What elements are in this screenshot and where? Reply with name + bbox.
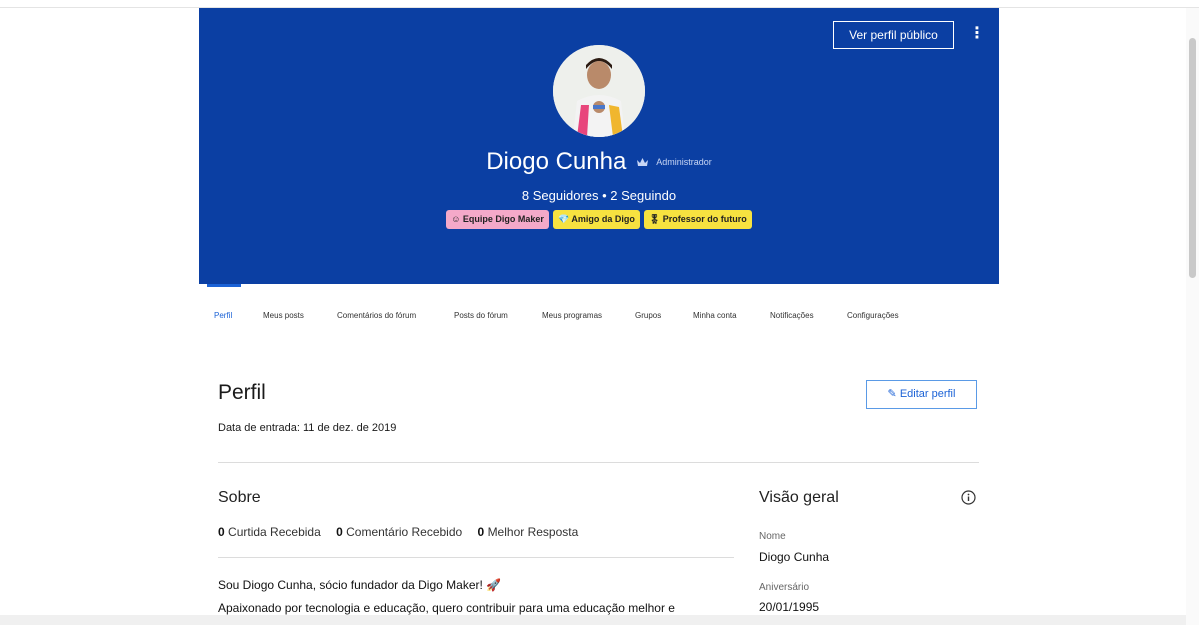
tab-perfil[interactable]: Perfil	[214, 311, 232, 320]
bio-line: Sou Diogo Cunha, sócio fundador da Digo …	[218, 578, 502, 592]
tab-grupos[interactable]: Grupos	[635, 311, 661, 320]
follow-counts[interactable]: 8 Seguidores • 2 Seguindo	[199, 188, 999, 203]
info-icon[interactable]	[961, 490, 976, 505]
badge-label: Amigo da Digo	[571, 214, 635, 224]
tab-notificacoes[interactable]: Notificações	[770, 311, 814, 320]
tab-minha-conta[interactable]: Minha conta	[693, 311, 737, 320]
tab-posts-forum[interactable]: Posts do fórum	[454, 311, 508, 320]
profile-name: Diogo Cunha	[486, 148, 627, 175]
edit-profile-button[interactable]: ✎ Editar perfil	[866, 380, 977, 409]
crown-icon	[636, 153, 648, 171]
diamond-icon: 💎	[557, 214, 570, 224]
edit-profile-label: Editar perfil	[899, 388, 956, 400]
badge-professor-do-futuro[interactable]: 🎖 Professor do futuro	[643, 210, 752, 229]
section-divider	[218, 462, 979, 463]
about-divider	[218, 557, 734, 558]
bio-line: Apaixonado por tecnologia e educação, qu…	[218, 601, 675, 615]
badge-amigo-da-digo[interactable]: 💎 Amigo da Digo	[552, 210, 640, 229]
overview-title: Visão geral	[759, 489, 839, 506]
profile-name-row: Diogo Cunha Administrador	[199, 148, 999, 176]
stat-comments: 0 Comentário Recebido	[336, 525, 463, 539]
avatar-photo	[553, 45, 645, 137]
profile-cover: Ver perfil público ⋮ Diogo Cunha Adminis…	[199, 8, 999, 284]
about-stats: 0 Curtida Recebida 0 Comentário Recebido…	[218, 525, 590, 539]
medal-icon: 🎖	[648, 214, 661, 224]
view-public-profile-button[interactable]: Ver perfil público	[833, 21, 954, 49]
join-date: Data de entrada: 11 de dez. de 2019	[218, 422, 397, 434]
overview-birthday-value: 20/01/1995	[759, 600, 820, 614]
badge-equipe-digo-maker[interactable]: ☺ Equipe Digo Maker	[446, 210, 549, 229]
role-label: Administrador	[656, 157, 712, 167]
avatar[interactable]	[553, 45, 645, 137]
about-title: Sobre	[218, 489, 261, 506]
badge-list: ☺ Equipe Digo Maker 💎 Amigo da Digo 🎖 Pr…	[199, 210, 999, 229]
tab-comentarios-forum[interactable]: Comentários do fórum	[337, 311, 416, 320]
overview-name-value: Diogo Cunha	[759, 550, 830, 564]
tab-meus-programas[interactable]: Meus programas	[542, 311, 602, 320]
stat-best-answers: 0 Melhor Resposta	[477, 525, 579, 539]
more-options-icon[interactable]: ⋮	[969, 24, 985, 44]
scrollbar-thumb[interactable]	[1189, 38, 1196, 278]
active-tab-indicator	[207, 284, 241, 287]
badge-label: Professor do futuro	[662, 214, 747, 224]
overview-name-label: Nome	[759, 531, 786, 542]
pencil-icon: ✎	[887, 388, 897, 400]
tab-meus-posts[interactable]: Meus posts	[263, 311, 304, 320]
badge-label: Equipe Digo Maker	[462, 214, 544, 224]
overview-birthday-label: Aniversário	[759, 582, 810, 593]
bottom-fade	[0, 615, 1186, 625]
profile-tabs: Perfil Meus posts Comentários do fórum P…	[199, 284, 999, 334]
stat-likes: 0 Curtida Recebida	[218, 525, 321, 539]
tab-configuracoes[interactable]: Configurações	[847, 311, 899, 320]
page-title: Perfil	[218, 381, 266, 404]
smiley-icon: ☺	[451, 214, 461, 224]
